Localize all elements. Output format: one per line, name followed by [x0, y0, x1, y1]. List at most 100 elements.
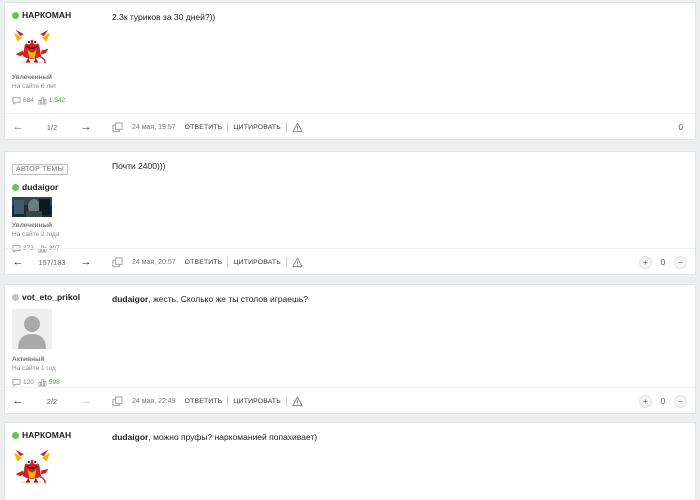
forum-post: НАРКОМАН Увлеченный На сайте 6 лет 884 1…: [4, 2, 696, 140]
previous-post-arrow[interactable]: ←: [11, 388, 25, 414]
post-actions: 24 мая, 19:57 ОТВЕТИТЬ ЦИТИРОВАТЬ: [112, 114, 303, 140]
forum-post: НАРКОМАН dudaigor, можно пруфы? наркоман…: [4, 422, 696, 500]
post-date: 24 мая, 20:57: [132, 258, 176, 266]
post-position-counter: 2/2: [46, 396, 58, 406]
online-status-dot: [12, 183, 19, 191]
post-content: 2.3к туриков за 30 дней?)): [112, 12, 672, 22]
avatar[interactable]: [12, 447, 52, 487]
post-score: 0: [660, 257, 666, 267]
avatar[interactable]: [12, 27, 52, 67]
post-footer: ← 157/183 → 24 мая, 20:57 ОТВЕТИТЬ ЦИТИР…: [5, 248, 695, 274]
post-author-panel: АВТОР ТЕМЫ dudaigor Увлеченный На сайте …: [12, 158, 107, 253]
avatar[interactable]: [12, 309, 52, 349]
post-actions: 24 мая, 22:49 ОТВЕТИТЬ ЦИТИРОВАТЬ: [112, 388, 303, 414]
next-post-arrow[interactable]: →: [79, 114, 93, 140]
post-author-panel: vot_eto_prikol Активный На сайте 1 год 1…: [12, 291, 107, 387]
reply-button[interactable]: ОТВЕТИТЬ: [185, 398, 223, 405]
post-position-counter: 1/2: [46, 122, 58, 132]
author-username[interactable]: vot_eto_prikol: [22, 292, 80, 302]
post-date: 24 мая, 22:49: [132, 397, 176, 405]
comment-bubble-icon: [12, 96, 21, 105]
report-warning-icon[interactable]: [292, 257, 303, 268]
forum-post: АВТОР ТЕМЫ dudaigor Увлеченный На сайте …: [4, 151, 696, 275]
message-count: 884: [12, 96, 34, 105]
divider: [285, 122, 287, 132]
report-warning-icon[interactable]: [292, 122, 303, 133]
post-footer: ← 2/2 → 24 мая, 22:49 ОТВЕТИТЬ ЦИТИРОВАТ…: [5, 387, 695, 413]
post-score: 0: [660, 396, 666, 406]
divider: [227, 257, 229, 267]
post-navigation: ← 157/183 →: [11, 249, 93, 275]
post-footer: ← 1/2 → 24 мая, 19:57 ОТВЕТИТЬ ЦИТИРОВАТ…: [5, 113, 695, 139]
copy-link-icon[interactable]: [112, 257, 123, 268]
message-count-value: 884: [23, 97, 34, 104]
post-text: , можно пруфы? наркоманией попахивает): [148, 432, 318, 442]
post-rating: + 0 −: [639, 249, 687, 275]
author-name-row: НАРКОМАН: [12, 9, 107, 21]
author-member-since: На сайте 6 лет: [12, 83, 57, 90]
previous-post-arrow[interactable]: ←: [11, 249, 25, 275]
copy-link-icon[interactable]: [112, 396, 123, 407]
topic-author-badge: АВТОР ТЕМЫ: [12, 164, 68, 175]
message-count-value: 120: [23, 379, 34, 386]
reply-to-username[interactable]: dudaigor: [112, 432, 148, 442]
author-name-row: vot_eto_prikol: [12, 291, 107, 303]
reputation-count: 1,542: [38, 96, 65, 105]
quote-button[interactable]: ЦИТИРОВАТЬ: [233, 398, 281, 405]
post-content: dudaigor, можно пруфы? наркоманией попах…: [112, 432, 672, 442]
author-rank: Увлеченный: [12, 74, 52, 81]
author-rank: Активный: [12, 356, 45, 363]
quote-button[interactable]: ЦИТИРОВАТЬ: [233, 259, 281, 266]
post-score: 0: [678, 122, 683, 132]
comment-bubble-icon: [12, 378, 21, 387]
post-actions: 24 мая, 20:57 ОТВЕТИТЬ ЦИТИРОВАТЬ: [112, 249, 303, 275]
divider: [285, 257, 287, 267]
reply-button[interactable]: ОТВЕТИТЬ: [185, 124, 223, 131]
online-status-dot: [12, 11, 19, 19]
divider: [285, 396, 287, 406]
reply-to-username[interactable]: dudaigor: [112, 294, 148, 304]
offline-status-dot: [12, 293, 19, 301]
previous-post-arrow[interactable]: ←: [11, 114, 25, 140]
post-position-counter: 157/183: [38, 257, 66, 267]
avatar[interactable]: [12, 197, 52, 217]
quote-button[interactable]: ЦИТИРОВАТЬ: [233, 124, 281, 131]
author-member-since: На сайте 1 год: [12, 365, 56, 372]
post-content: dudaigor, жесть. Сколько же ты столов иг…: [112, 294, 672, 304]
post-rating: 0: [679, 114, 687, 140]
author-name-row: НАРКОМАН: [12, 429, 107, 441]
downvote-button[interactable]: −: [674, 394, 687, 408]
reputation-count: 598: [38, 378, 60, 387]
online-status-dot: [12, 431, 19, 439]
author-username[interactable]: НАРКОМАН: [22, 430, 71, 440]
next-post-arrow[interactable]: →: [79, 249, 93, 275]
author-username[interactable]: НАРКОМАН: [22, 10, 71, 20]
report-warning-icon[interactable]: [292, 396, 303, 407]
divider: [227, 396, 229, 406]
upvote-button[interactable]: +: [639, 394, 652, 408]
post-text: 2.3к туриков за 30 дней?)): [112, 12, 216, 22]
reputation-value: 1,542: [48, 97, 66, 104]
post-navigation: ← 2/2 →: [11, 388, 93, 414]
post-author-panel: НАРКОМАН: [12, 429, 107, 487]
author-rank: Увлеченный: [12, 222, 52, 229]
author-stats: 884 1,542: [12, 96, 107, 105]
post-text: , жесть. Сколько же ты столов играешь?: [148, 294, 308, 304]
author-name-row: dudaigor: [12, 181, 107, 193]
post-date: 24 мая, 19:57: [132, 123, 176, 131]
message-count: 120: [12, 378, 34, 387]
author-username[interactable]: dudaigor: [22, 182, 58, 192]
copy-link-icon[interactable]: [112, 122, 123, 133]
post-author-panel: НАРКОМАН Увлеченный На сайте 6 лет 884 1…: [12, 9, 107, 105]
author-stats: 120 598: [12, 378, 107, 387]
reputation-bars-icon: [38, 96, 47, 105]
downvote-button[interactable]: −: [674, 255, 687, 269]
forum-post: vot_eto_prikol Активный На сайте 1 год 1…: [4, 284, 696, 414]
upvote-button[interactable]: +: [639, 255, 652, 269]
post-content: Почти 2400))): [112, 161, 672, 171]
author-member-since: На сайте 2 года: [12, 231, 60, 238]
next-post-arrow[interactable]: →: [79, 388, 93, 414]
reply-button[interactable]: ОТВЕТИТЬ: [185, 259, 223, 266]
reputation-value: 598: [48, 379, 60, 386]
post-text: Почти 2400))): [112, 161, 166, 171]
